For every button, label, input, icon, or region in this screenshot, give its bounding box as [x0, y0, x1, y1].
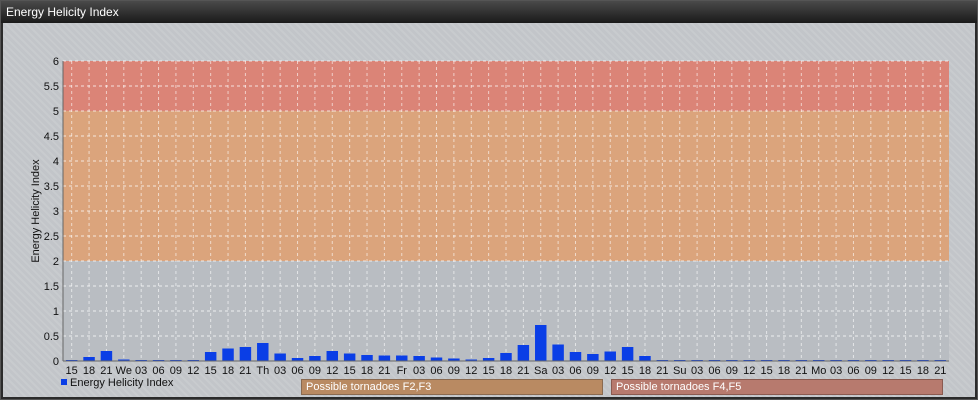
y-tick-label: 1 [53, 306, 59, 318]
bar [500, 353, 512, 361]
x-tick-label: Th [256, 365, 269, 377]
x-tick-label: 06 [291, 365, 303, 377]
chart-panel: 0 0.5 1 1.5 2 2.5 3 3.5 4 4.5 5 5.5 6 15 18 21 We 03 06 09 1… [3, 23, 975, 397]
y-tick-label: 2.5 [44, 231, 59, 243]
x-tick-label: 21 [656, 365, 668, 377]
y-tick-label: 3 [53, 206, 59, 218]
x-tick-label: 15 [899, 365, 911, 377]
x-tick-label: Mo [811, 365, 826, 377]
x-tick-label: 18 [222, 365, 234, 377]
zone-label-f4-f5: Possible tornadoes F4,F5 [611, 379, 943, 395]
x-tick-label: 15 [483, 365, 495, 377]
bar [569, 352, 582, 361]
bar [517, 345, 530, 361]
x-tick-label: 18 [361, 365, 373, 377]
x-tick-label: 21 [378, 365, 390, 377]
legend-swatch-icon [61, 379, 67, 386]
bar [552, 344, 564, 361]
bar [621, 347, 634, 361]
x-tick-label: 09 [309, 365, 321, 377]
x-tick-label: Su [673, 365, 686, 377]
bar [204, 352, 217, 361]
y-axis-title: Energy Helicity Index [30, 159, 42, 263]
x-tick-label: 09 [587, 365, 599, 377]
bar [378, 355, 391, 361]
bar [83, 357, 95, 361]
x-tick-label: 12 [743, 365, 755, 377]
bar [430, 357, 443, 361]
y-tick-label: 2 [53, 256, 59, 268]
bar [413, 356, 425, 361]
y-tick-label: 5 [53, 106, 59, 118]
x-tick-label: 21 [517, 365, 529, 377]
x-tick-label: 12 [604, 365, 616, 377]
x-tick-label: 21 [239, 365, 251, 377]
x-tick-label: Fr [397, 365, 408, 377]
x-tick-label: 03 [830, 365, 842, 377]
y-tick-label: 0.5 [44, 331, 59, 343]
bar [535, 325, 547, 361]
chart-window: Energy Helicity Index 0 0.5 1 1.5 2 2.5 3 3.5 4 4… [0, 0, 978, 400]
y-tick-label: 4.5 [44, 131, 59, 143]
bar [604, 351, 616, 361]
x-tick-label: 15 [205, 365, 217, 377]
x-tick-label: 15 [344, 365, 356, 377]
x-tick-label: 12 [465, 365, 477, 377]
bar [639, 356, 651, 361]
x-tick-label: 18 [778, 365, 790, 377]
bar [222, 348, 234, 361]
bar [326, 351, 339, 361]
x-tick-label: 18 [500, 365, 512, 377]
x-tick-label: 09 [448, 365, 460, 377]
x-tick-label: 15 [621, 365, 633, 377]
legend[interactable]: Energy Helicity Index [61, 376, 173, 390]
x-tick-label: 18 [639, 365, 651, 377]
x-tick-label: 18 [917, 365, 929, 377]
x-tick-label: 21 [795, 365, 807, 377]
bar [396, 355, 408, 361]
x-tick-label: 03 [552, 365, 564, 377]
bar [309, 356, 321, 361]
x-tick-label: 09 [726, 365, 738, 377]
y-tick-label: 1.5 [44, 281, 59, 293]
energy-helicity-chart: 00.511.522.533.544.555.5615 18 21 We 03 06 09 1… [30, 56, 949, 377]
x-tick-label: 06 [847, 365, 859, 377]
bar [343, 353, 356, 361]
y-tick-label: 0 [53, 356, 59, 368]
x-tick-label: 03 [413, 365, 425, 377]
x-tick-label: 12 [882, 365, 894, 377]
y-tick-label: 6 [53, 56, 59, 68]
legend-label: Energy Helicity Index [70, 377, 174, 389]
x-tick-label: 09 [865, 365, 877, 377]
y-tick-label: 4 [53, 156, 59, 168]
x-tick-label: 12 [187, 365, 199, 377]
x-tick-label: 21 [934, 365, 946, 377]
x-tick-label: 06 [569, 365, 581, 377]
bar [587, 354, 599, 361]
window-title: Energy Helicity Index [1, 1, 977, 23]
bar [257, 343, 269, 361]
y-tick-label: 5.5 [44, 81, 59, 93]
y-tick-label: 3.5 [44, 181, 59, 193]
x-tick-label: 03 [274, 365, 286, 377]
bar [361, 355, 373, 361]
x-tick-label: 06 [430, 365, 442, 377]
x-tick-label: 12 [326, 365, 338, 377]
bar [274, 353, 286, 361]
x-tick-label: 03 [691, 365, 703, 377]
x-tick-label: 06 [708, 365, 720, 377]
x-tick-label: Sa [534, 365, 548, 377]
x-tick-label: 15 [760, 365, 772, 377]
bar [239, 347, 252, 361]
zone-label-f2-f3: Possible tornadoes F2,F3 [301, 379, 603, 395]
bar [100, 351, 113, 361]
